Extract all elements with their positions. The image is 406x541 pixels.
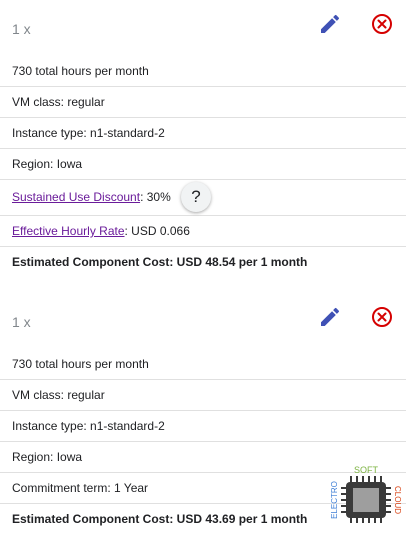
hours-row: 730 total hours per month xyxy=(0,56,406,87)
hours-row: 730 total hours per month xyxy=(0,349,406,380)
region-row: Region: Iowa xyxy=(0,149,406,180)
pencil-icon xyxy=(321,14,340,34)
quantity-label: 1 x xyxy=(12,314,31,330)
hourly-rate-value: : USD 0.066 xyxy=(124,224,190,238)
estimated-cost-row: Estimated Component Cost: USD 48.54 per … xyxy=(12,255,308,269)
delete-button[interactable] xyxy=(370,305,394,329)
vm-class-row: VM class: regular xyxy=(0,380,406,411)
discount-value: : 30% xyxy=(140,190,171,204)
edit-button[interactable] xyxy=(318,305,342,329)
watermark-left-text: ELECTRO xyxy=(330,481,339,519)
delete-button[interactable] xyxy=(370,12,394,36)
item-header: 1 x xyxy=(0,0,406,56)
sustained-use-discount-link[interactable]: Sustained Use Discount xyxy=(12,190,140,204)
item-header: 1 x xyxy=(0,293,406,349)
quantity-label: 1 x xyxy=(12,21,31,37)
edit-button[interactable] xyxy=(318,12,342,36)
help-button[interactable]: ? xyxy=(181,182,211,212)
cancel-icon xyxy=(372,307,392,327)
pencil-icon xyxy=(321,307,340,326)
watermark-right-text: CLOUD xyxy=(393,486,402,514)
chip-icon xyxy=(341,476,391,523)
instance-type-row: Instance type: n1-standard-2 xyxy=(0,411,406,442)
hourly-rate-row: Effective Hourly Rate: USD 0.066 xyxy=(0,216,406,247)
estimate-item-1: 1 x 730 total hours per month VM class: … xyxy=(0,0,406,277)
instance-type-row: Instance type: n1-standard-2 xyxy=(0,118,406,149)
vm-class-row: VM class: regular xyxy=(0,87,406,118)
effective-hourly-rate-link[interactable]: Effective Hourly Rate xyxy=(12,224,125,238)
watermark-top-text: SOFT xyxy=(354,465,379,475)
discount-row: Sustained Use Discount: 30% ? xyxy=(0,180,406,216)
cancel-icon xyxy=(372,14,392,34)
watermark-logo: SOFT ELECTRO CLOUD xyxy=(330,465,402,523)
